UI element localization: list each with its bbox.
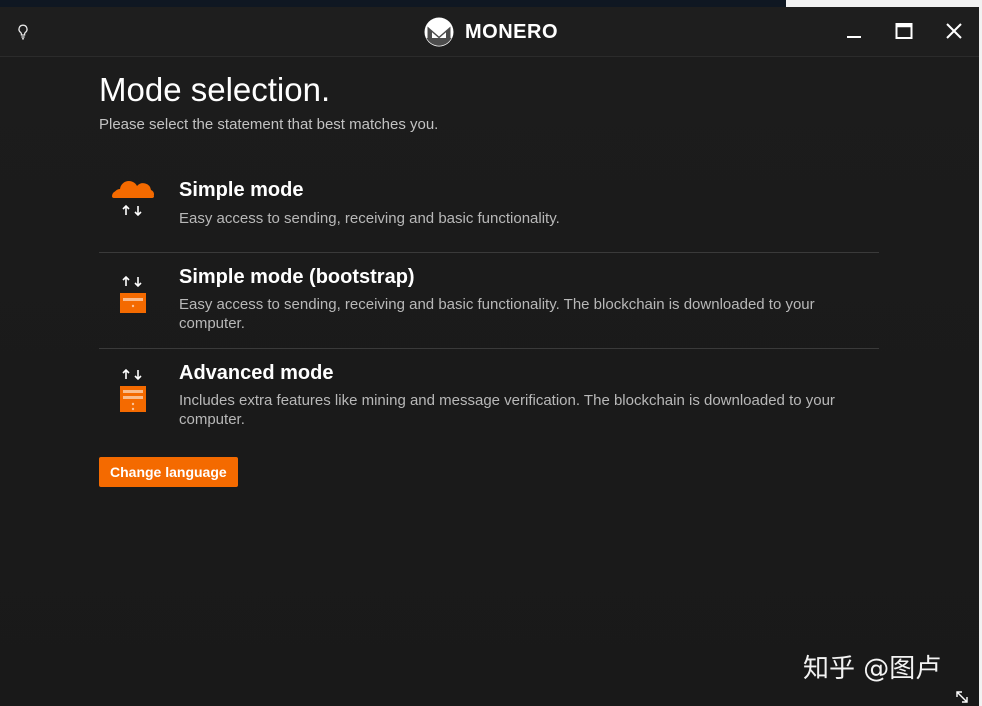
mode-description: Easy access to sending, receiving and ba… xyxy=(179,296,815,332)
server-tower-icon xyxy=(120,368,146,412)
mode-description: Includes extra features like mining and … xyxy=(179,392,835,428)
monero-logo-icon xyxy=(424,17,454,47)
divider xyxy=(99,348,879,349)
resize-grip-icon[interactable] xyxy=(955,690,969,704)
monero-wallet-window: MONERO Mode selection. Please select the… xyxy=(0,7,979,706)
mode-option-advanced[interactable]: Advanced mode Includes extra features li… xyxy=(99,356,879,442)
page-subtitle: Please select the statement that best ma… xyxy=(99,116,439,133)
maximize-icon[interactable] xyxy=(893,20,915,42)
mode-title: Simple mode xyxy=(179,179,304,201)
desktop-light-area xyxy=(786,0,982,7)
app-logo: MONERO xyxy=(424,16,558,48)
watermark: 知乎 @图卢 xyxy=(803,654,942,684)
minimize-icon[interactable] xyxy=(843,20,865,42)
cloud-icon xyxy=(112,181,155,217)
mode-option-bootstrap[interactable]: Simple mode (bootstrap) Easy access to s… xyxy=(99,260,879,346)
title-bar[interactable]: MONERO xyxy=(0,7,979,57)
lightbulb-icon[interactable] xyxy=(17,24,29,40)
mode-option-simple[interactable]: Simple mode Easy access to sending, rece… xyxy=(99,169,879,247)
page-title: Mode selection. xyxy=(99,71,331,108)
app-title: MONERO xyxy=(465,20,558,43)
desktop-background-strip xyxy=(0,0,982,7)
mode-title: Advanced mode xyxy=(179,362,334,384)
change-language-button[interactable]: Change language xyxy=(99,457,238,487)
divider xyxy=(99,252,879,253)
mode-title: Simple mode (bootstrap) xyxy=(179,266,415,288)
close-icon[interactable] xyxy=(943,20,965,42)
mode-description: Easy access to sending, receiving and ba… xyxy=(179,210,560,227)
server-icon xyxy=(120,275,146,313)
